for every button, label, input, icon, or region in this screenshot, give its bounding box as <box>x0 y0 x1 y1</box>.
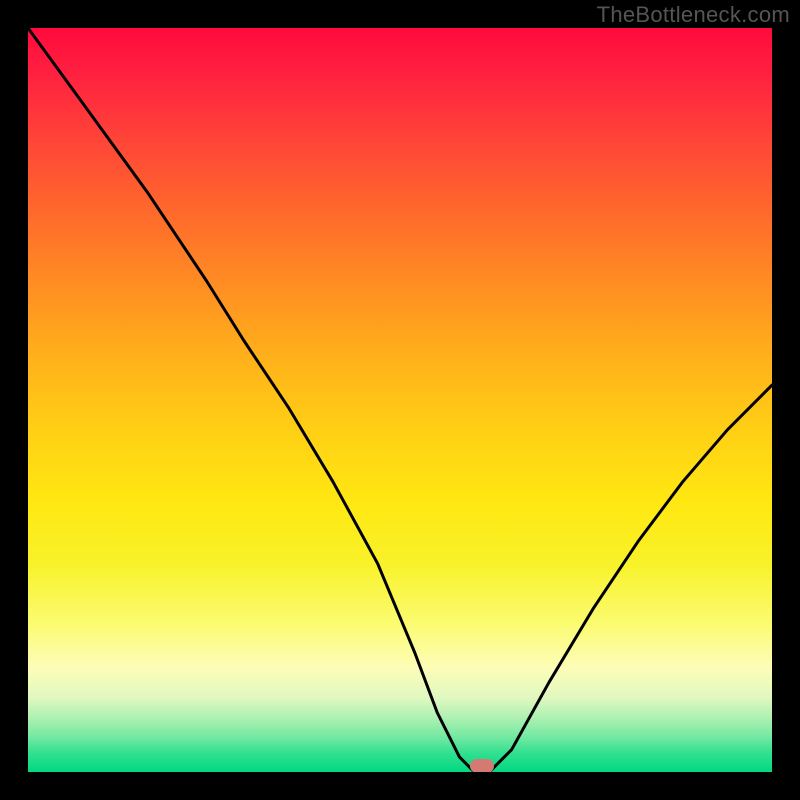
plot-area <box>28 28 772 772</box>
curve-svg <box>28 28 772 772</box>
optimum-marker <box>470 759 494 772</box>
bottleneck-curve <box>28 28 772 772</box>
watermark-text: TheBottleneck.com <box>597 2 790 28</box>
